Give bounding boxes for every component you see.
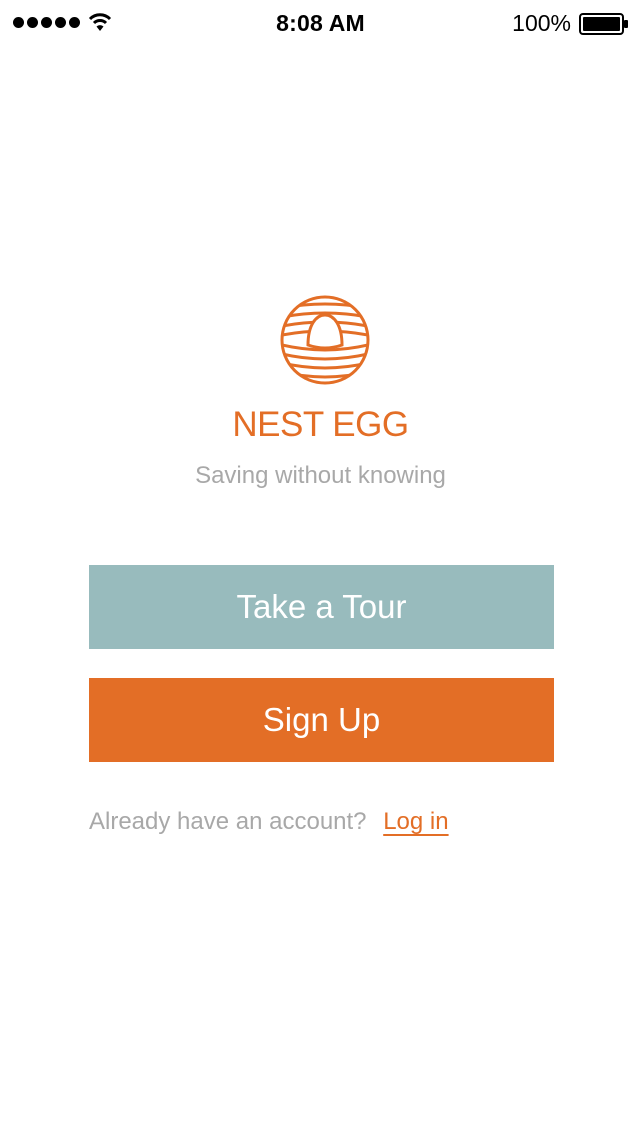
login-link[interactable]: Log in [383,808,448,835]
battery-full-icon [579,13,628,35]
sign-up-button[interactable]: Sign Up [89,678,554,762]
nest-egg-logo-icon [280,295,370,385]
login-prompt-row: Already have an account? Log in [89,808,449,836]
account-prompt-text: Already have an account? [89,808,367,835]
brand-title: NEST EGG [232,405,409,444]
brand-tagline: Saving without knowing [195,462,446,489]
status-bar: 8:08 AM 100% [0,0,641,46]
battery-percent: 100% [512,10,571,36]
take-tour-button[interactable]: Take a Tour [89,565,554,649]
